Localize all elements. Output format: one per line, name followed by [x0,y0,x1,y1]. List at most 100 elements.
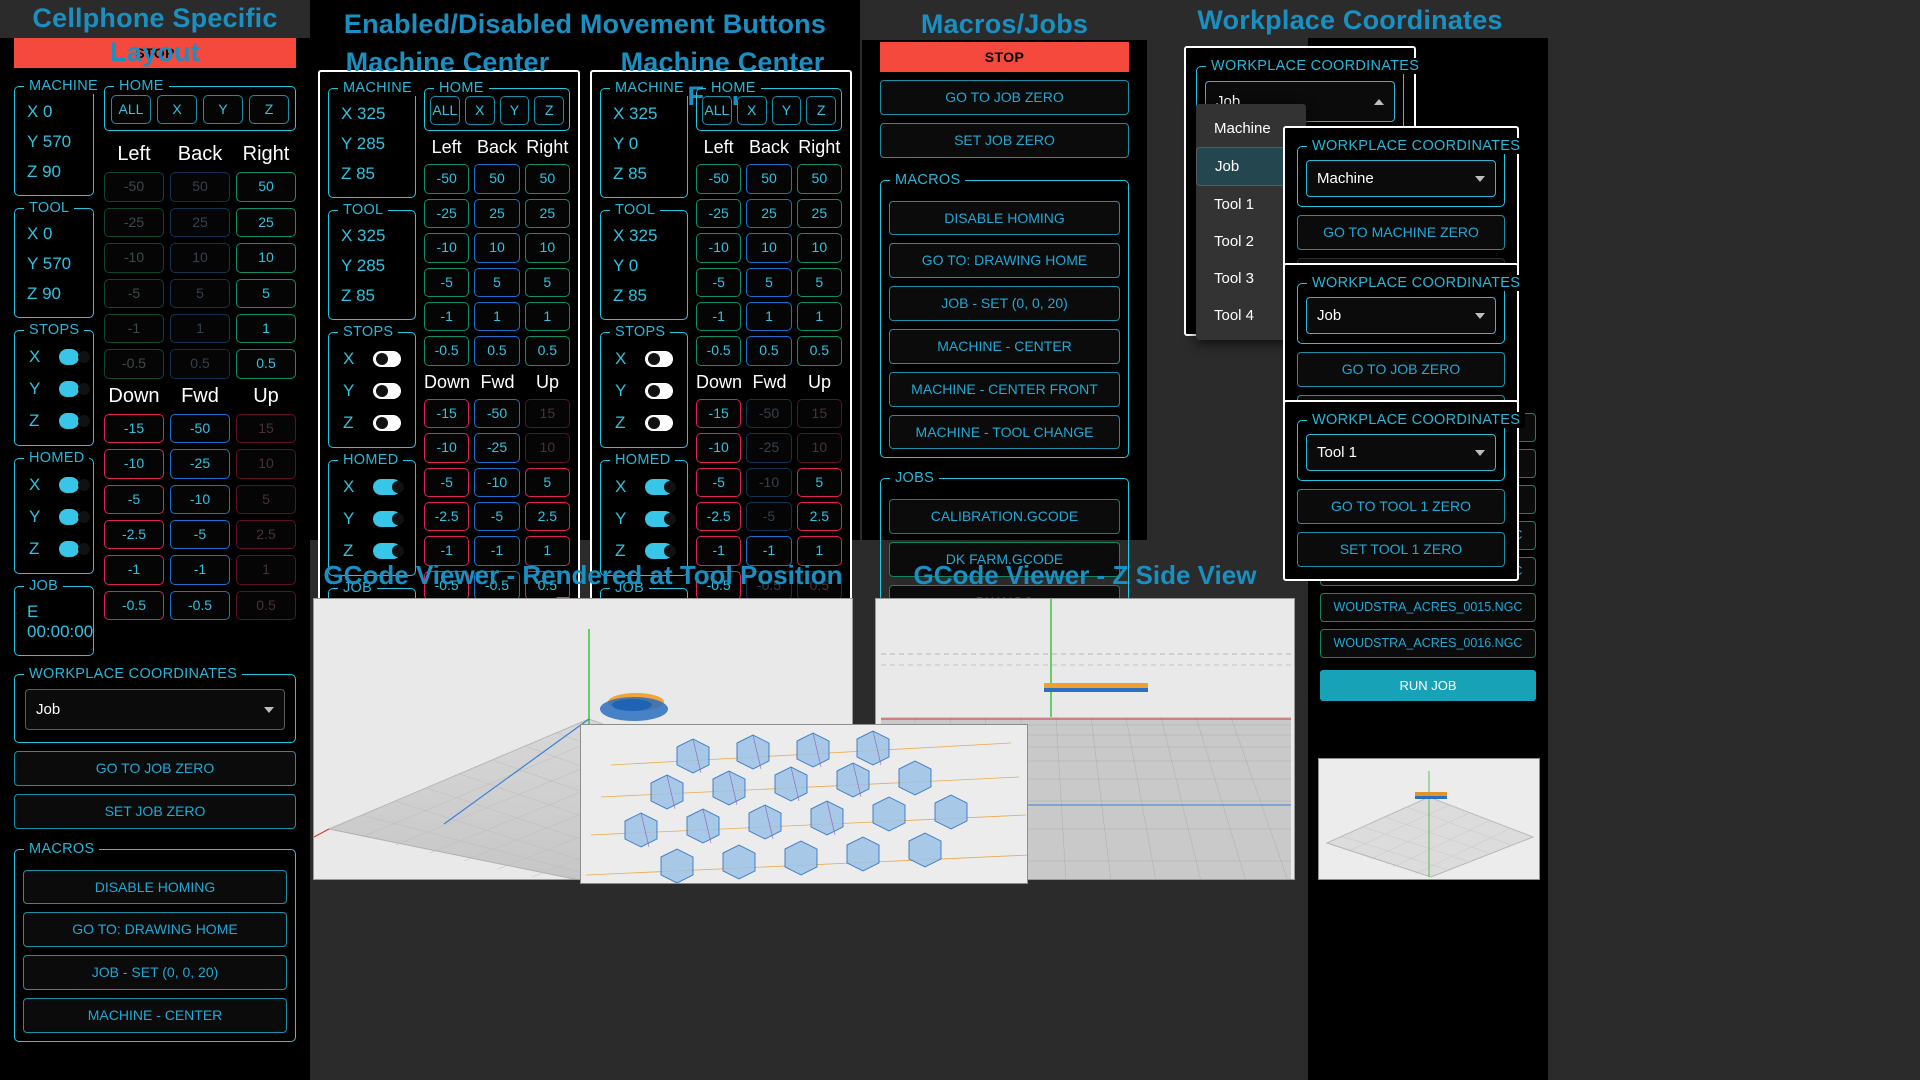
stop-toggle-y-2[interactable] [373,383,401,399]
move-btn-p1-down-neg10[interactable]: -10 [104,449,164,479]
move-btn-p3-back-50[interactable]: 50 [746,164,792,194]
move-btn-p3-back-5[interactable]: 5 [746,267,792,297]
home-x-button-3[interactable]: X [736,96,767,126]
macro-jobs-macro-5[interactable]: MACHINE - TOOL CHANGE [889,414,1120,450]
move-btn-p3-right-10[interactable]: 10 [796,233,842,263]
move-btn-p3-back-1[interactable]: 1 [746,301,792,332]
set-tool1-zero-button[interactable]: SET TOOL 1 ZERO [1297,531,1505,567]
move-btn-p1-right-50[interactable]: 50 [236,172,296,202]
home-all-button-2[interactable]: ALL [430,96,460,126]
job-list-item-6[interactable]: WOUDSTRA_ACRES_0016.NGC [1320,629,1536,658]
move-btn-p2-right-0p5[interactable]: 0.5 [524,336,570,366]
move-btn-p2-left-neg5[interactable]: -5 [424,267,470,297]
move-btn-p2-right-5[interactable]: 5 [524,267,570,297]
move-btn-p1-right-5[interactable]: 5 [236,278,296,308]
move-btn-p2-fwd-neg25[interactable]: -25 [474,433,520,463]
move-btn-p3-back-10[interactable]: 10 [746,233,792,263]
homed-toggle-y-3[interactable] [645,511,676,527]
homed-toggle-y[interactable] [59,509,90,525]
home-y-button-1[interactable]: Y [203,95,243,125]
homed-toggle-z-3[interactable] [645,543,676,559]
move-btn-p3-down-neg10[interactable]: -10 [696,433,742,463]
move-btn-p3-right-1[interactable]: 1 [796,301,842,332]
stop-toggle-z-2[interactable] [373,415,401,431]
move-btn-p3-right-5[interactable]: 5 [796,267,842,297]
move-btn-p1-down-neg2p5[interactable]: -2.5 [104,519,164,550]
stop-toggle-y[interactable] [59,381,90,397]
move-btn-p2-left-neg1[interactable]: -1 [424,301,470,332]
macro-button-0[interactable]: DISABLE HOMING [23,869,287,905]
macro-jobs-macro-1[interactable]: GO TO: DRAWING HOME [889,243,1120,279]
macro-jobs-macro-4[interactable]: MACHINE - CENTER FRONT [889,371,1120,407]
move-btn-p1-fwd-neg5[interactable]: -5 [170,519,230,550]
move-btn-p1-fwd-neg25[interactable]: -25 [170,449,230,479]
move-btn-p1-right-1[interactable]: 1 [236,313,296,344]
set-job-zero-button-3[interactable]: SET JOB ZERO [880,122,1129,158]
gcode-viewer-zoom-overlay[interactable] [580,724,1028,884]
move-btn-p2-up-5[interactable]: 5 [524,467,570,497]
macro-jobs-job-0[interactable]: CALIBRATION.GCODE [889,499,1120,535]
macro-button-1[interactable]: GO TO: DRAWING HOME [23,912,287,948]
move-btn-p2-down-neg10[interactable]: -10 [424,433,470,463]
move-btn-p2-down-neg5[interactable]: -5 [424,467,470,497]
move-btn-p2-down-neg15[interactable]: -15 [424,398,470,429]
move-btn-p2-back-1[interactable]: 1 [474,301,520,332]
move-btn-p1-fwd-neg10[interactable]: -10 [170,484,230,514]
move-btn-p2-back-0p5[interactable]: 0.5 [474,336,520,366]
workplace-card-select-job[interactable]: Job [1306,297,1496,334]
move-btn-p3-right-25[interactable]: 25 [796,198,842,229]
move-btn-p2-back-25[interactable]: 25 [474,198,520,229]
home-all-button-1[interactable]: ALL [111,95,151,125]
move-btn-p1-right-25[interactable]: 25 [236,207,296,238]
move-btn-p3-left-neg0p5[interactable]: -0.5 [696,336,742,366]
move-btn-p3-down-neg15[interactable]: -15 [696,398,742,429]
stop-toggle-z-3[interactable] [645,415,673,431]
move-btn-p2-left-neg25[interactable]: -25 [424,198,470,229]
home-y-button-2[interactable]: Y [499,96,530,126]
move-btn-p3-down-neg2p5[interactable]: -2.5 [696,501,742,532]
homed-toggle-x[interactable] [59,477,90,493]
macro-jobs-macro-3[interactable]: MACHINE - CENTER [889,328,1120,364]
workplace-card-select-machine[interactable]: Machine [1306,160,1496,197]
macro-jobs-macro-0[interactable]: DISABLE HOMING [889,200,1120,236]
home-x-button-2[interactable]: X [464,96,495,126]
move-btn-p2-left-neg50[interactable]: -50 [424,164,470,194]
move-btn-p2-down-neg2p5[interactable]: -2.5 [424,501,470,532]
move-btn-p1-fwd-neg50[interactable]: -50 [170,413,230,444]
move-btn-p3-left-neg50[interactable]: -50 [696,164,742,194]
stop-toggle-x-3[interactable] [645,351,673,367]
go-to-tool1-zero-button[interactable]: GO TO TOOL 1 ZERO [1297,489,1505,524]
stop-toggle-z[interactable] [59,413,90,429]
move-btn-p3-right-50[interactable]: 50 [796,164,842,194]
move-btn-p2-right-1[interactable]: 1 [524,301,570,332]
move-btn-p2-fwd-neg50[interactable]: -50 [474,398,520,429]
home-z-button-3[interactable]: Z [806,96,836,126]
move-btn-p3-up-2p5[interactable]: 2.5 [796,501,842,532]
workplace-card-select-tool1[interactable]: Tool 1 [1306,434,1496,471]
move-btn-p2-right-25[interactable]: 25 [524,198,570,229]
move-btn-p1-fwd-neg1[interactable]: -1 [170,555,230,585]
home-y-button-3[interactable]: Y [771,96,802,126]
move-btn-p1-down-neg15[interactable]: -15 [104,413,164,444]
move-btn-p2-right-10[interactable]: 10 [524,233,570,263]
home-z-button-2[interactable]: Z [534,96,564,126]
homed-toggle-z[interactable] [59,541,90,557]
go-to-job-zero-button-3[interactable]: GO TO JOB ZERO [880,80,1129,115]
move-btn-p3-up-5[interactable]: 5 [796,467,842,497]
move-btn-p2-right-50[interactable]: 50 [524,164,570,194]
stop-toggle-x[interactable] [59,349,90,365]
macro-button-3[interactable]: MACHINE - CENTER [23,997,287,1033]
move-btn-p2-back-10[interactable]: 10 [474,233,520,263]
move-btn-p1-down-neg1[interactable]: -1 [104,555,164,585]
move-btn-p2-back-5[interactable]: 5 [474,267,520,297]
move-btn-p3-left-neg10[interactable]: -10 [696,233,742,263]
home-x-button-1[interactable]: X [157,95,197,125]
move-btn-p2-back-50[interactable]: 50 [474,164,520,194]
move-btn-p2-up-2p5[interactable]: 2.5 [524,501,570,532]
homed-toggle-y-2[interactable] [373,511,404,527]
move-btn-p3-down-neg5[interactable]: -5 [696,467,742,497]
move-btn-p3-back-0p5[interactable]: 0.5 [746,336,792,366]
workplace-select-1[interactable]: Job [25,689,285,730]
homed-toggle-x-2[interactable] [373,479,404,495]
job-preview-thumbnail[interactable] [1318,758,1540,880]
